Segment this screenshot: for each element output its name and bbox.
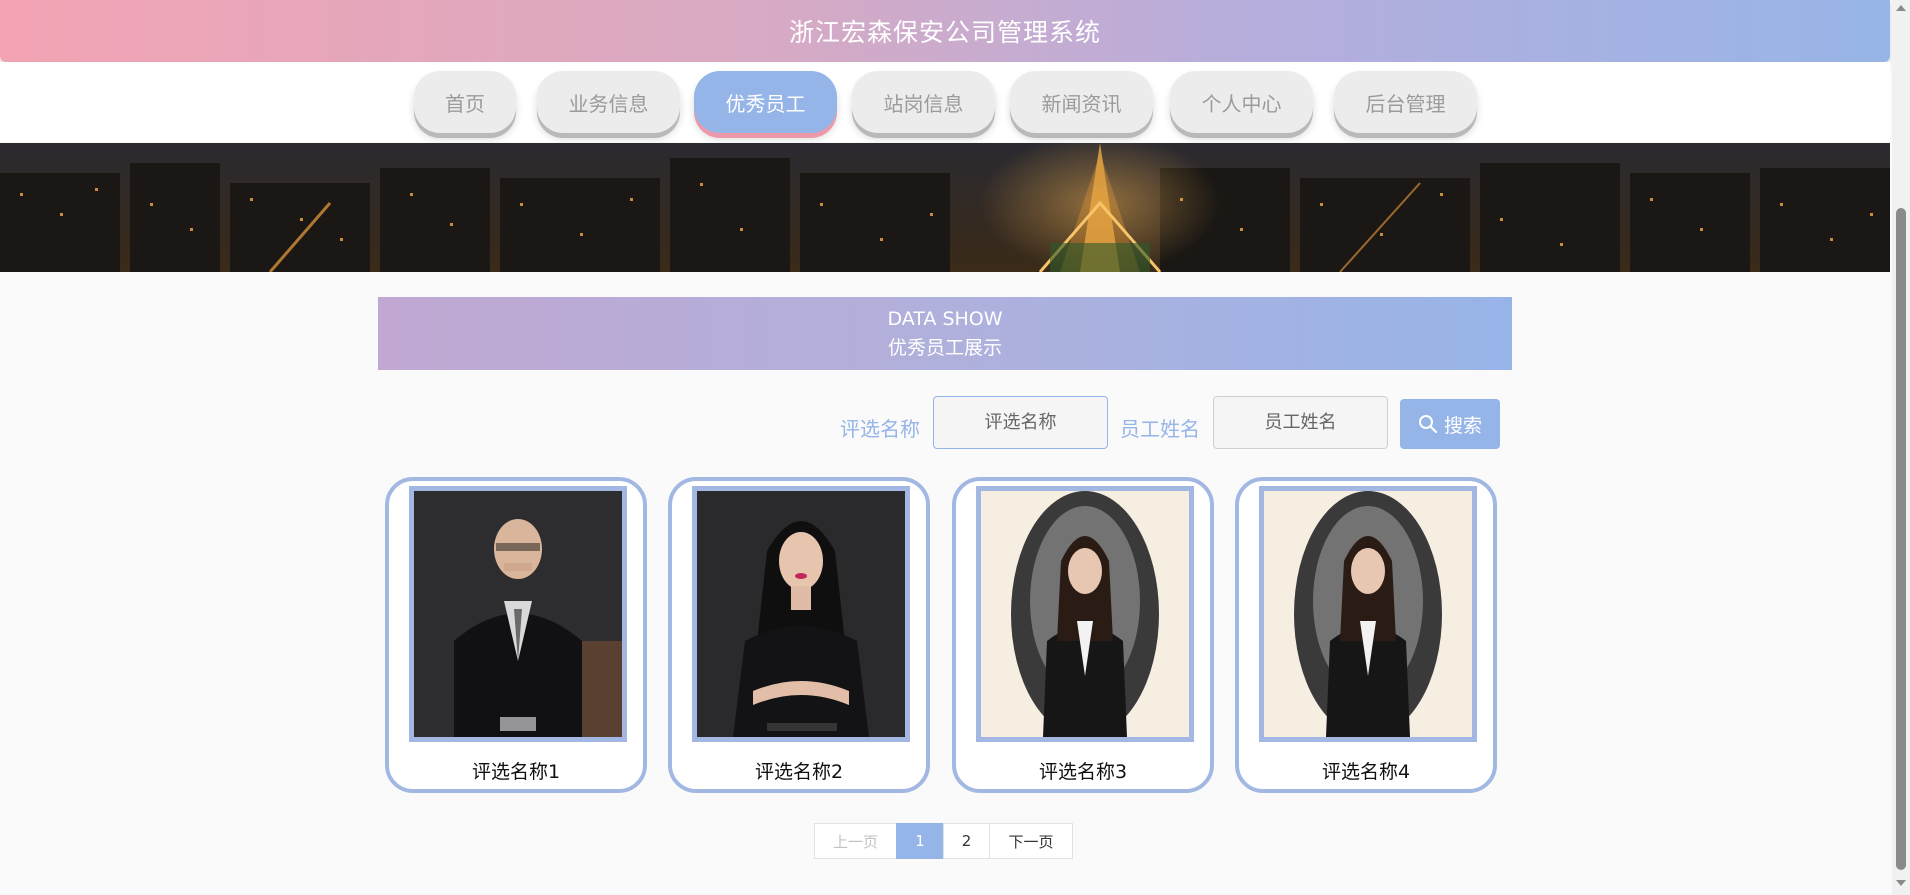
top-header: 浙江宏森保安公司管理系统 <box>0 0 1890 62</box>
scroll-down-arrow-icon[interactable] <box>1896 880 1906 886</box>
section-title-cn: 优秀员工展示 <box>887 337 1002 359</box>
staff-card-3[interactable]: 评选名称3 <box>952 477 1214 793</box>
page-1-button[interactable]: 1 <box>896 823 944 859</box>
search-icon <box>1418 414 1438 434</box>
staff-card-1-name: 评选名称1 <box>471 761 561 783</box>
staff-card-2[interactable]: 评选名称2 <box>668 477 930 793</box>
staff-photo-2 <box>692 486 910 742</box>
selection-name-input[interactable] <box>933 396 1108 449</box>
staff-photo-3 <box>976 486 1194 742</box>
nav-home[interactable]: 首页 <box>414 71 516 133</box>
nav-excellent-staff[interactable]: 优秀员工 <box>694 71 837 133</box>
main-nav: 首页 业务信息 优秀员工 站岗信息 新闻资讯 个人中心 后台管理 <box>0 62 1890 142</box>
employee-name-input[interactable] <box>1213 396 1388 449</box>
banner-image <box>0 143 1890 272</box>
staff-card-2-name: 评选名称2 <box>754 761 844 783</box>
staff-card-4-name: 评选名称4 <box>1321 761 1411 783</box>
search-button-label: 搜索 <box>1443 414 1482 437</box>
staff-card-1[interactable]: 评选名称1 <box>385 477 647 793</box>
staff-photo-4 <box>1259 486 1477 742</box>
next-page-button[interactable]: 下一页 <box>989 823 1073 859</box>
staff-photo-1 <box>409 486 627 742</box>
prev-page-button[interactable]: 上一页 <box>814 823 897 859</box>
nav-personal-center[interactable]: 个人中心 <box>1170 71 1313 133</box>
nav-business-info[interactable]: 业务信息 <box>537 71 680 133</box>
staff-card-4[interactable]: 评选名称4 <box>1235 477 1497 793</box>
pagination: 上一页 1 2 下一页 <box>814 823 1073 859</box>
banner-cityscape <box>0 143 1890 272</box>
section-header: DATA SHOW 优秀员工展示 <box>378 297 1512 370</box>
staff-card-3-name: 评选名称3 <box>1038 761 1128 783</box>
section-title-en: DATA SHOW <box>887 308 1003 330</box>
employee-name-label: 员工姓名 <box>1120 417 1200 441</box>
scroll-up-arrow-icon[interactable] <box>1896 5 1906 11</box>
scrollbar-thumb[interactable] <box>1896 208 1906 870</box>
site-title: 浙江宏森保安公司管理系统 <box>788 18 1101 47</box>
page: 浙江宏森保安公司管理系统 首页 业务信息 优秀员工 站岗信息 新闻资讯 个人中心… <box>0 0 1890 895</box>
nav-post-info[interactable]: 站岗信息 <box>852 71 995 133</box>
nav-news[interactable]: 新闻资讯 <box>1010 71 1153 133</box>
search-button[interactable]: 搜索 <box>1400 399 1500 449</box>
vertical-scrollbar[interactable] <box>1892 0 1910 895</box>
nav-admin[interactable]: 后台管理 <box>1334 71 1477 133</box>
page-2-button[interactable]: 2 <box>943 823 990 859</box>
selection-name-label: 评选名称 <box>840 417 920 441</box>
